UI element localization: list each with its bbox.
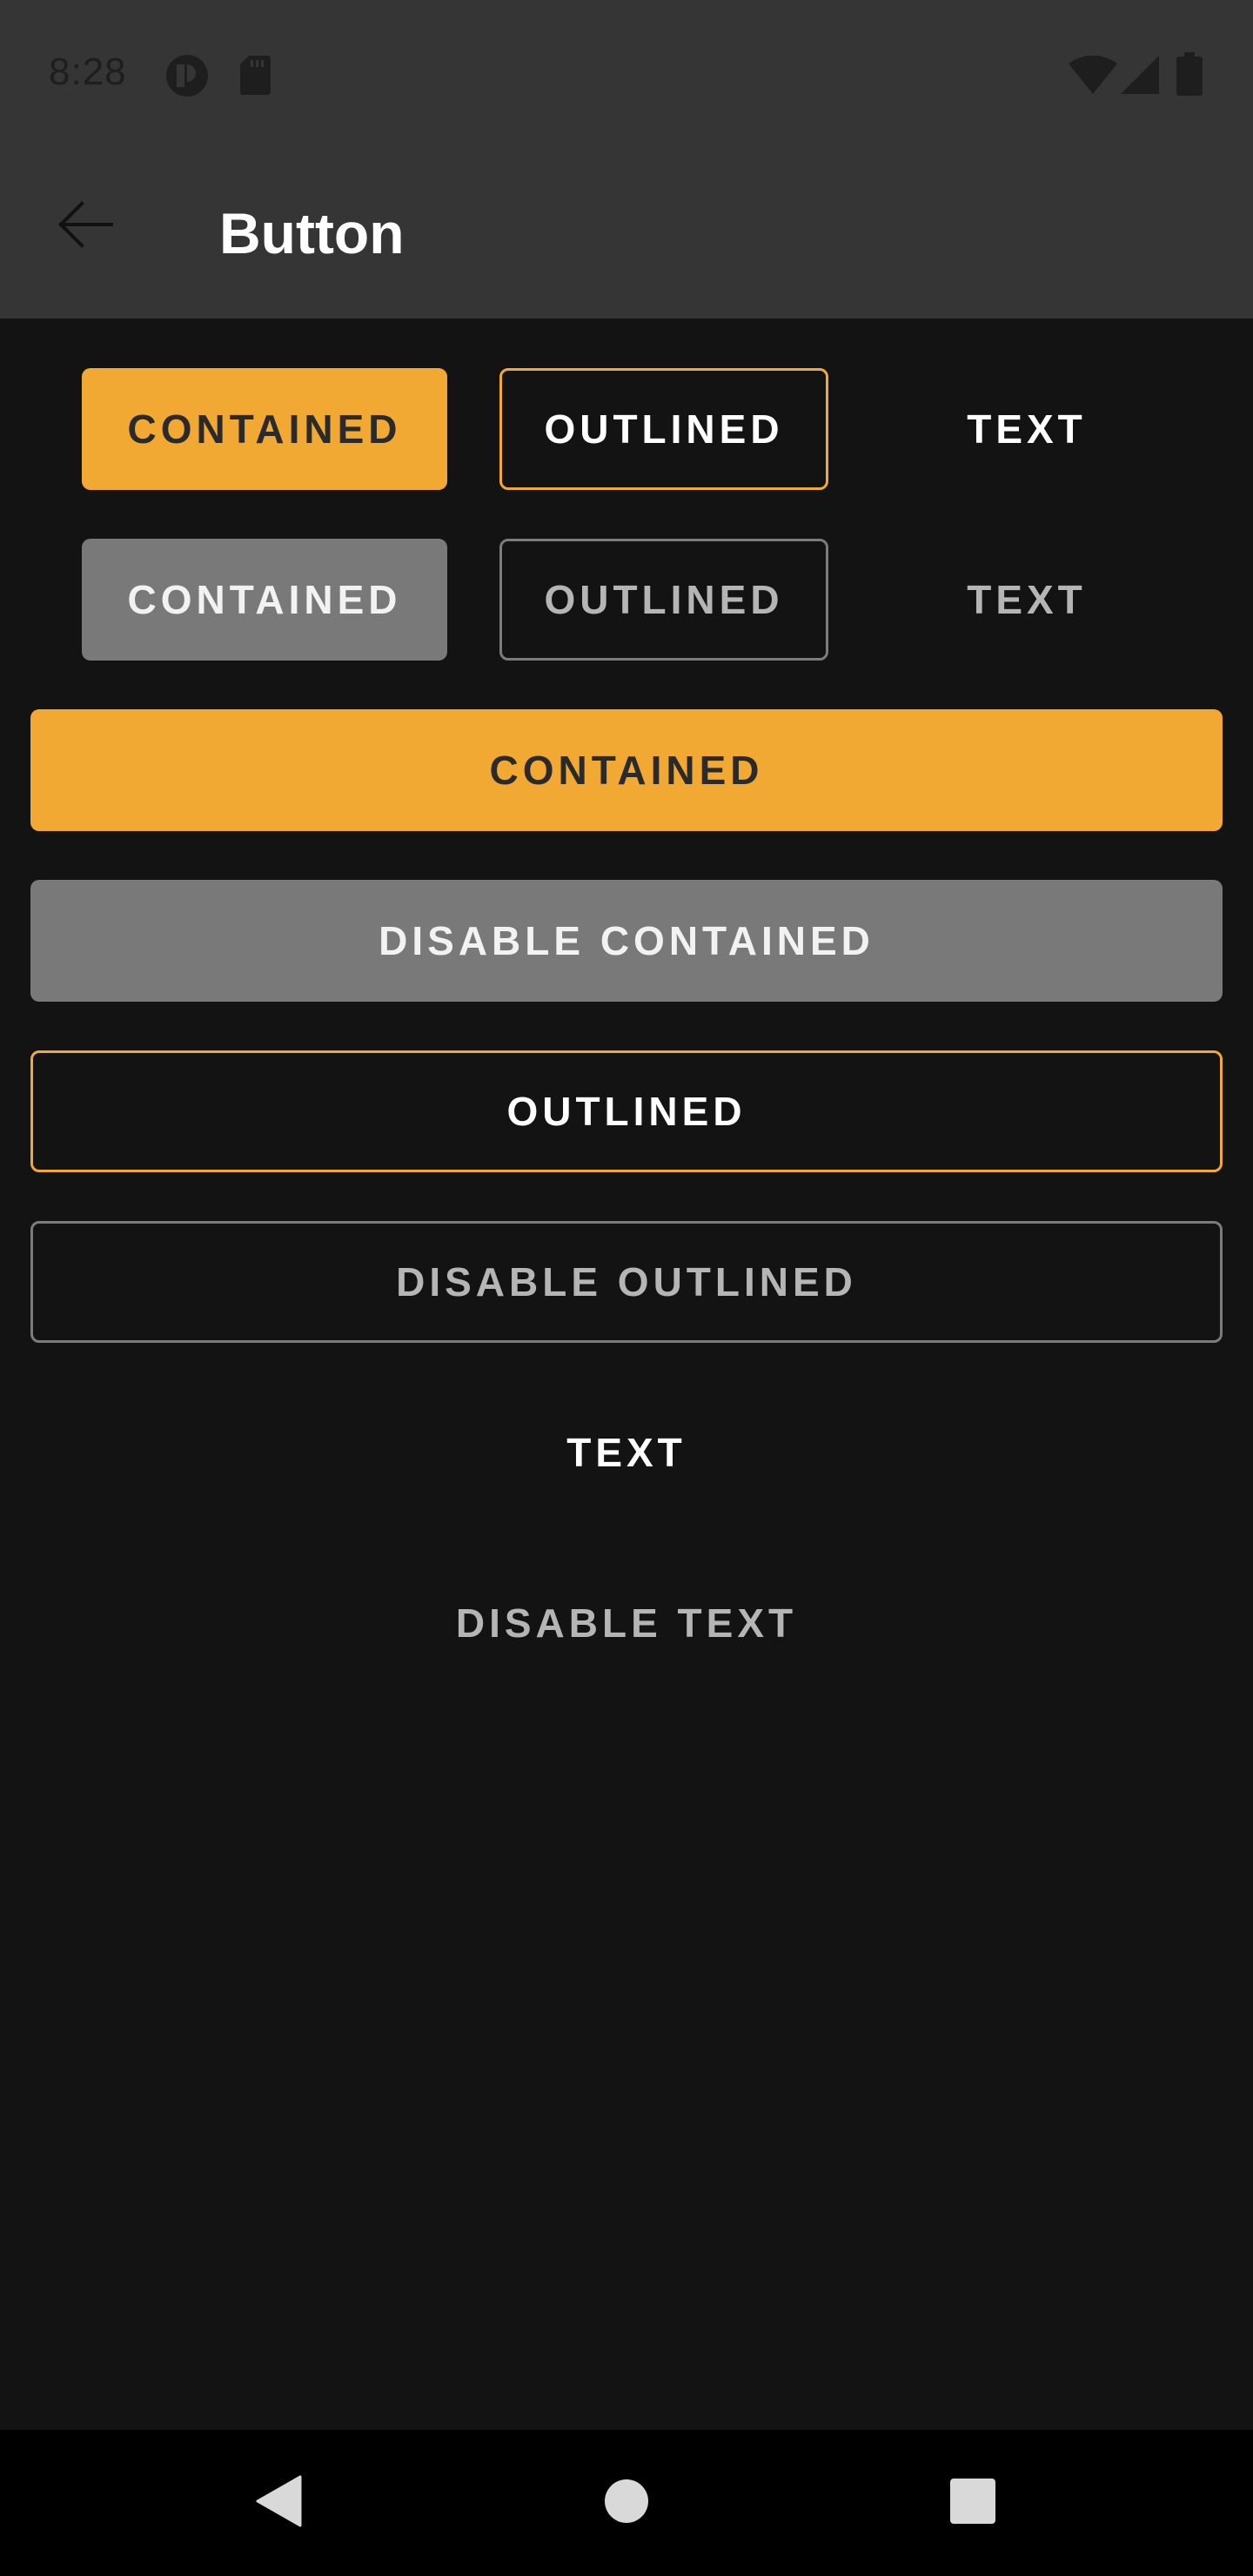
full-width-text-button[interactable]: TEXT [30,1392,1223,1513]
disable-text-button[interactable]: DISABLE TEXT [30,1562,1223,1684]
disable-outlined-button[interactable]: DISABLE OUTLINED [30,1221,1223,1343]
nav-home-icon [604,2479,649,2528]
signal-icon [1121,56,1159,98]
app-notification-icon [165,54,209,102]
battery-icon [1176,52,1203,100]
disabled-text-button[interactable]: TEXT [881,539,1173,661]
status-bar: 8:28 [0,0,1253,148]
outlined-button[interactable]: OUTLINED [499,368,828,490]
status-time: 8:28 [49,50,127,93]
disabled-outlined-button[interactable]: OUTLINED [499,539,828,661]
nav-recents-icon [950,2478,995,2528]
back-button[interactable] [42,183,129,270]
page-title: Button [219,201,405,265]
button-showcase: CONTAINED OUTLINED TEXT CONTAINED OUTLIN… [0,319,1253,2430]
nav-recents-button[interactable] [929,2459,1016,2546]
navigation-bar [0,2430,1253,2576]
contained-button[interactable]: CONTAINED [82,368,447,490]
full-width-contained-button[interactable]: CONTAINED [30,709,1223,831]
arrow-back-icon [57,200,113,252]
full-width-outlined-button[interactable]: OUTLINED [30,1050,1223,1172]
disabled-contained-button[interactable]: CONTAINED [82,539,447,661]
nav-home-button[interactable] [583,2459,670,2546]
text-button[interactable]: TEXT [881,368,1173,490]
nav-back-icon [255,2475,302,2532]
wifi-icon [1069,55,1117,98]
disable-contained-button[interactable]: DISABLE CONTAINED [30,880,1223,1002]
sd-card-icon [238,54,271,100]
app-bar: Button [0,148,1253,319]
nav-back-button[interactable] [235,2459,322,2546]
